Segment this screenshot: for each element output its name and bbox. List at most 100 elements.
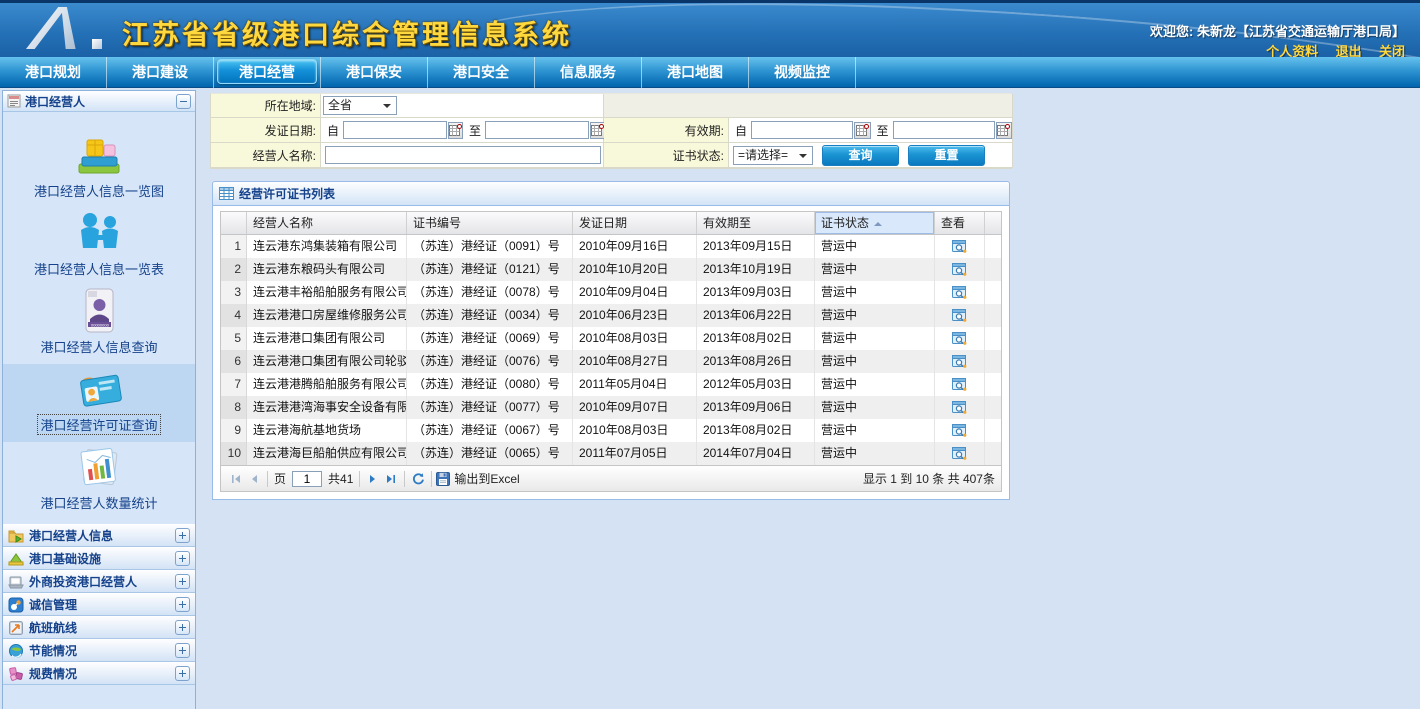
license-list-panel-header: 经营许可证书列表	[213, 182, 1009, 206]
sidebar-accordion-header[interactable]: 诚信管理	[3, 593, 195, 616]
table-row[interactable]: 4 连云港港口房屋维修服务公司 （苏连）港经证（0034）号 2010年06月2…	[221, 304, 1001, 327]
table-row[interactable]: 1 连云港东鸿集装箱有限公司 （苏连）港经证（0091）号 2010年09月16…	[221, 235, 1001, 258]
cell-issue-date: 2010年10月20日	[573, 258, 697, 281]
expand-panel-button[interactable]	[175, 666, 190, 681]
nav-tab-7[interactable]: 港口地图	[642, 57, 749, 88]
sidebar-accordion-header[interactable]: 规费情况	[3, 662, 195, 685]
expand-panel-button[interactable]	[175, 597, 190, 612]
table-row[interactable]: 5 连云港港口集团有限公司 （苏连）港经证（0069）号 2010年08月03日…	[221, 327, 1001, 350]
cell-cert-number: （苏连）港经证（0069）号	[407, 327, 573, 350]
expand-panel-button[interactable]	[175, 620, 190, 635]
nav-tab-6[interactable]: 信息服务	[535, 57, 642, 88]
cell-valid-until: 2013年08月02日	[697, 327, 815, 350]
cell-issue-date: 2011年07月05日	[573, 442, 697, 465]
issue-date-from-input[interactable]	[343, 121, 447, 139]
laptop-icon	[8, 574, 24, 590]
view-details-icon[interactable]	[935, 442, 985, 465]
view-details-icon[interactable]	[935, 419, 985, 442]
query-button[interactable]: 查询	[822, 145, 899, 166]
nav-tab-2[interactable]: 港口建设	[107, 57, 214, 88]
table-row[interactable]: 8 连云港港湾海事安全设备有限... （苏连）港经证（0077）号 2010年0…	[221, 396, 1001, 419]
people-icon	[74, 210, 124, 256]
sidebar-item[interactable]: 港口经营人数量统计	[3, 442, 195, 520]
cell-rownum: 9	[221, 419, 247, 442]
expand-panel-button[interactable]	[175, 528, 190, 543]
view-details-icon[interactable]	[935, 304, 985, 327]
page-number-input[interactable]	[292, 471, 322, 487]
region-select[interactable]: 全省	[323, 96, 397, 115]
sidebar-item[interactable]: 港口经营许可证查询	[3, 364, 195, 442]
col-header-view[interactable]: 查看	[935, 212, 985, 234]
calendar-icon[interactable]	[448, 122, 463, 139]
calendar-icon[interactable]	[996, 122, 1012, 139]
sidebar-accordion-header[interactable]: 航班航线	[3, 616, 195, 639]
collapse-panel-button[interactable]	[176, 94, 191, 109]
cell-rownum: 5	[221, 327, 247, 350]
prev-page-button[interactable]	[245, 470, 263, 488]
cell-rownum: 2	[221, 258, 247, 281]
calendar-icon[interactable]	[590, 122, 605, 139]
sidebar-accordion-header[interactable]: 港口基础设施	[3, 547, 195, 570]
id-badge-icon: 00000000	[74, 288, 124, 334]
col-header-issue-date[interactable]: 发证日期	[573, 212, 697, 234]
col-header-cert-status[interactable]: 证书状态	[815, 212, 935, 234]
form-icon	[7, 94, 21, 108]
logout-link[interactable]: 退出	[1336, 41, 1362, 57]
table-row[interactable]: 6 连云港港口集团有限公司轮驳... （苏连）港经证（0076）号 2010年0…	[221, 350, 1001, 373]
sidebar-panel-header[interactable]: 港口经营人	[3, 91, 195, 112]
table-row[interactable]: 2 连云港东粮码头有限公司 （苏连）港经证（0121）号 2010年10月20日…	[221, 258, 1001, 281]
view-details-icon[interactable]	[935, 350, 985, 373]
cert-status-select[interactable]: =请选择=	[733, 146, 813, 165]
nav-tab-4[interactable]: 港口保安	[321, 57, 428, 88]
col-header-cert-number[interactable]: 证书编号	[407, 212, 573, 234]
nav-tab-8[interactable]: 视频监控	[749, 57, 856, 88]
table-row[interactable]: 10 连云港海巨船舶供应有限公司 （苏连）港经证（0065）号 2011年07月…	[221, 442, 1001, 465]
sidebar-item[interactable]: 港口经营人信息一览图	[3, 130, 195, 208]
issue-date-to-input[interactable]	[485, 121, 589, 139]
expand-panel-button[interactable]	[175, 643, 190, 658]
valid-to-input[interactable]	[893, 121, 995, 139]
issue-date-cell: 自 至	[321, 118, 604, 143]
calendar-icon[interactable]	[854, 122, 870, 139]
grid-body: 1 连云港东鸿集装箱有限公司 （苏连）港经证（0091）号 2010年09月16…	[221, 235, 1001, 465]
sidebar-item[interactable]: 00000000 港口经营人信息查询	[3, 286, 195, 364]
close-link[interactable]: 关闭	[1379, 41, 1405, 57]
sidebar-accordion-header[interactable]: 外商投资港口经营人	[3, 570, 195, 593]
first-page-button[interactable]	[227, 470, 245, 488]
cell-operator-name: 连云港丰裕船舶服务有限公司	[247, 281, 407, 304]
view-details-icon[interactable]	[935, 373, 985, 396]
nav-tab-3[interactable]: 港口经营	[214, 57, 321, 88]
view-details-icon[interactable]	[935, 281, 985, 304]
nav-tab-1[interactable]: 港口规划	[0, 57, 107, 88]
refresh-icon[interactable]	[409, 470, 427, 488]
table-row[interactable]: 7 连云港港腾船舶服务有限公司 （苏连）港经证（0080）号 2011年05月0…	[221, 373, 1001, 396]
table-row[interactable]: 9 连云港海航基地货场 （苏连）港经证（0067）号 2010年08月03日 2…	[221, 419, 1001, 442]
table-row[interactable]: 3 连云港丰裕船舶服务有限公司 （苏连）港经证（0078）号 2010年09月0…	[221, 281, 1001, 304]
view-details-icon[interactable]	[935, 327, 985, 350]
nav-tab-5[interactable]: 港口安全	[428, 57, 535, 88]
sidebar-accordion-header[interactable]: 节能情况	[3, 639, 195, 662]
license-grid: 经营人名称 证书编号 发证日期 有效期至 证书状态 查看 1 连云港东鸿集装箱有…	[220, 211, 1002, 492]
expand-panel-button[interactable]	[175, 574, 190, 589]
license-list-panel: 经营许可证书列表 经营人名称 证书编号 发证日期 有效期至 证书状态 查看 1 …	[212, 181, 1010, 500]
cell-rownum: 7	[221, 373, 247, 396]
cell-issue-date: 2010年08月27日	[573, 350, 697, 373]
to-label: 至	[877, 122, 889, 139]
next-page-button[interactable]	[364, 470, 382, 488]
view-details-icon[interactable]	[935, 396, 985, 419]
view-details-icon[interactable]	[935, 258, 985, 281]
col-header-operator-name[interactable]: 经营人名称	[247, 212, 407, 234]
pagination-toolbar: 页 共41 输出到Excel 显示 1 到	[221, 465, 1001, 491]
export-excel-button[interactable]: 输出到Excel	[436, 470, 519, 487]
expand-panel-button[interactable]	[175, 551, 190, 566]
sidebar-accordion-header[interactable]: 港口经营人信息	[3, 524, 195, 547]
valid-from-input[interactable]	[751, 121, 853, 139]
col-header-valid-until[interactable]: 有效期至	[697, 212, 815, 234]
operator-name-input[interactable]	[325, 146, 601, 164]
cell-operator-name: 连云港海巨船舶供应有限公司	[247, 442, 407, 465]
profile-link[interactable]: 个人资料	[1266, 41, 1318, 57]
last-page-button[interactable]	[382, 470, 400, 488]
reset-button[interactable]: 重置	[908, 145, 985, 166]
sidebar-item[interactable]: 港口经营人信息一览表	[3, 208, 195, 286]
view-details-icon[interactable]	[935, 235, 985, 258]
